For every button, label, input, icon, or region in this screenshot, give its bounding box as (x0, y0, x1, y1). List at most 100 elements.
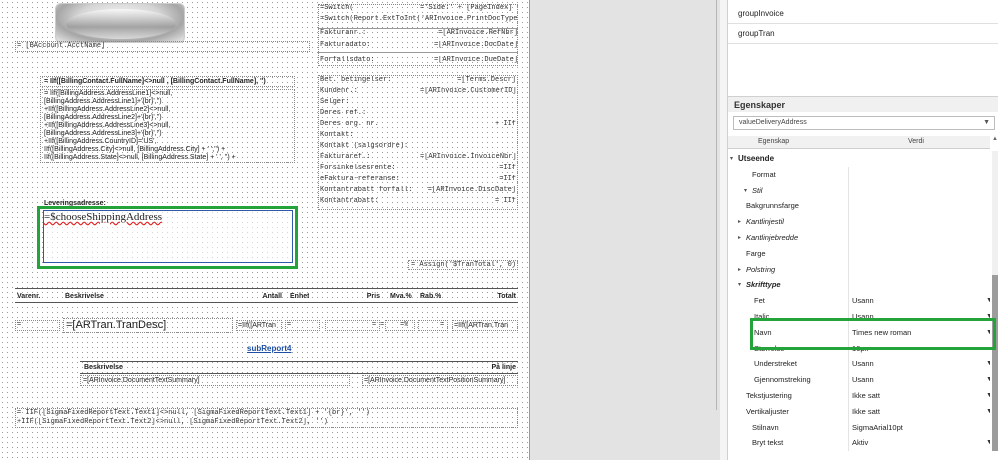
property-row-kantlinjebredde[interactable]: ▸ Kantlinjebredde (728, 230, 990, 246)
property-value[interactable]: SigmaArial10pt (852, 420, 903, 436)
terms-value[interactable]: =[ARInvoice.InvoiceNbr] (420, 153, 516, 162)
property-row-stilnavn[interactable]: Stilnavn SigmaArial10pt (728, 419, 990, 436)
page-index-field[interactable]: ='Side:' + [PageIndex] + ' (420, 4, 518, 13)
property-name: Tekstjustering (746, 391, 792, 400)
terms-value[interactable]: =IIf (420, 164, 516, 173)
due-date-value[interactable]: =[ARInvoice.DueDate] (430, 56, 518, 65)
property-value[interactable]: Usann (852, 372, 874, 388)
terms-value[interactable]: =[ARInvoice.CustomerID] (420, 87, 516, 96)
expand-closed-icon[interactable]: ▸ (738, 214, 741, 230)
company-logo-image[interactable] (55, 3, 185, 43)
property-value[interactable]: Usann (852, 356, 874, 372)
property-row-kantlinjestil[interactable]: ▸ Kantlinjestil (728, 214, 990, 231)
terms-label: Fakturaref.: (320, 153, 371, 161)
detail-item-field[interactable] (15, 320, 60, 331)
chevron-down-icon[interactable]: ▼ (986, 356, 990, 372)
scrollbar-thumb[interactable] (992, 275, 998, 451)
property-row-stil[interactable]: ▾ Stil (728, 182, 990, 199)
expand-closed-icon[interactable]: ▸ (738, 230, 741, 246)
desc-summary-text: =[ARInvoice.DocumentTextSummary] (83, 377, 200, 384)
selected-object-select[interactable]: valueDeliveryAddress ▼ (733, 116, 995, 130)
chevron-down-icon[interactable]: ▼ (986, 372, 990, 388)
properties-title: Egenskaper (728, 96, 998, 112)
column-separator (848, 419, 849, 436)
col-item-number: Varenr. (17, 293, 41, 300)
property-grid-header: Egenskap Verdi (728, 136, 990, 149)
chevron-down-icon[interactable]: ▼ (986, 404, 990, 420)
property-row-format[interactable]: Format (728, 166, 990, 183)
detail-vat-text: =% (400, 321, 409, 329)
chevron-down-icon[interactable]: ▼ (986, 435, 990, 451)
canvas-scroll-area (530, 0, 720, 460)
subreport-link[interactable]: subReport4 (247, 344, 291, 353)
property-row-gjennomstreking[interactable]: Gjennomstreking Usann ▼ (728, 372, 990, 389)
column-separator (848, 277, 849, 294)
switch-field-2[interactable]: =Switch(Report.ExtToInt('ARInvoice.Print… (320, 15, 518, 24)
property-name: Bryt tekst (752, 438, 784, 448)
terms-label: Kundenr.: (320, 87, 358, 95)
property-row-fet[interactable]: Fet Usann ▼ (728, 293, 990, 310)
billing-address-line: IIf([BillingAddress.State]<>null, [Billi… (44, 154, 236, 161)
terms-value[interactable]: =[Terms.Descr] (420, 76, 516, 85)
chevron-down-icon: ▼ (983, 119, 990, 126)
column-separator (848, 356, 849, 373)
footer-text-line: +IIF([SigmaFixedReportText.Text2]<>null,… (17, 418, 328, 426)
detail-qty-text: =IIf([ARTran (238, 322, 276, 329)
detail-discount-text: = (440, 321, 445, 329)
expand-closed-icon[interactable]: ▸ (738, 262, 741, 278)
expand-open-icon[interactable]: ▾ (730, 151, 733, 167)
properties-scrollbar[interactable] (992, 151, 998, 451)
property-name: Kantlinjestil (746, 217, 784, 227)
col-price: Pris (366, 293, 380, 300)
column-separator (848, 166, 849, 183)
group-item-invoice[interactable]: groupInvoice (728, 4, 998, 24)
assign-field: = Assign('$TranTotal', 0) (410, 261, 516, 269)
property-row-skrifttype[interactable]: ▾ Skrifttype (728, 277, 990, 294)
column-separator (848, 388, 849, 404)
property-row-layout[interactable]: ▾ Layout (728, 451, 990, 455)
terms-value[interactable]: =[ARInvoice.DiscDate] (420, 186, 516, 195)
col-value-header: Verdi (908, 138, 924, 145)
detail-price-text: = (372, 321, 377, 329)
invoice-date-value[interactable]: =[ARInvoice.DocDate] (430, 41, 518, 50)
group-item-tran[interactable]: groupTran (728, 24, 998, 44)
property-row-tekstjustering[interactable]: Tekstjustering Ikke satt ▼ (728, 388, 990, 404)
property-row-understreket[interactable]: Understreket Usann ▼ (728, 356, 990, 373)
col-total: Totalt (497, 293, 516, 300)
invoice-nr-value[interactable]: =[ARInvoice.RefNbr] (430, 29, 518, 38)
property-row-utseende[interactable]: ▾ Utseende (728, 151, 990, 167)
property-value[interactable]: Usann (852, 293, 874, 309)
detail-total-text: =IIf([ARTran.Tran (454, 322, 509, 329)
expand-open-icon[interactable]: ▾ (744, 183, 747, 199)
terms-value[interactable]: + IIf (420, 120, 516, 129)
property-value[interactable]: Ikke satt (852, 404, 880, 420)
scroll-up-icon[interactable]: ▲ (992, 136, 998, 148)
property-row-bakgrunnsfarge[interactable]: Bakgrunnsfarge (728, 198, 990, 215)
property-name: Bakgrunnsfarge (746, 201, 799, 211)
detail-item-text: = (17, 321, 22, 329)
terms-label: Deres ref.: (320, 109, 367, 117)
switch-field-1[interactable]: =Switch( (320, 4, 415, 13)
property-row-polstring[interactable]: ▸ Polstring (728, 261, 990, 278)
property-value[interactable]: Aktiv (852, 435, 868, 451)
property-name: Gjennomstreking (754, 375, 811, 385)
desc-position-text: =[ARInvoice.DocumentTextPositionSummary] (364, 377, 506, 384)
property-row-bryt-tekst[interactable]: Bryt tekst Aktiv ▼ (728, 435, 990, 452)
property-grid: ▾ Utseende Format ▾ Stil Bakgrunnsfarge ▸ Kantl… (728, 149, 990, 455)
report-design-canvas[interactable]: = [BAccount.AcctName] =Switch( ='Side:' … (0, 0, 530, 460)
col-unit: Enhet (290, 293, 310, 300)
terms-label: Selger: (320, 98, 350, 106)
terms-label: eFaktura-referanse: (320, 175, 400, 183)
expand-open-icon[interactable]: ▾ (730, 451, 733, 455)
property-name: Utseende (738, 154, 775, 163)
chevron-down-icon[interactable]: ▼ (986, 293, 990, 309)
property-name: Format (752, 169, 776, 179)
expand-open-icon[interactable]: ▾ (738, 277, 741, 293)
terms-value[interactable]: =IIf (420, 175, 516, 184)
terms-value[interactable]: = IIf (420, 197, 516, 206)
property-value[interactable]: Ikke satt (852, 388, 880, 404)
property-row-farge[interactable]: Farge (728, 245, 990, 262)
property-row-vertikaljuster[interactable]: Vertikaljuster Ikke satt ▼ (728, 403, 990, 420)
terms-label: Kontantrabatt forfall: (320, 186, 413, 194)
chevron-down-icon[interactable]: ▼ (986, 388, 990, 404)
